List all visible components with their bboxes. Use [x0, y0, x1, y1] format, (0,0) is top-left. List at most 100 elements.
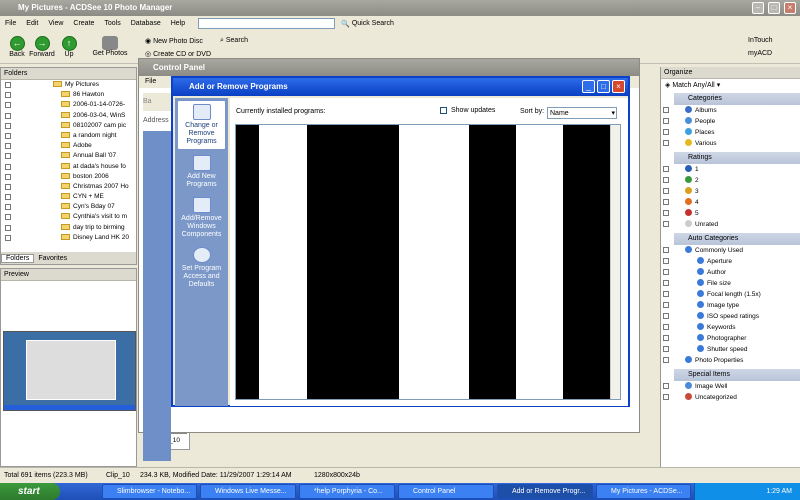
get-photos-button[interactable]: Get Photos: [90, 36, 130, 57]
special-items-section[interactable]: Special Items: [674, 369, 800, 381]
search-button[interactable]: ⌕ Search: [220, 37, 248, 45]
create-cd-button[interactable]: ◎ Create CD or DVD: [145, 50, 211, 58]
auto-category-item[interactable]: Shutter speed: [661, 344, 800, 355]
folder-checkbox[interactable]: [5, 132, 11, 139]
intouch-button[interactable]: InTouch: [748, 37, 773, 44]
menu-view[interactable]: View: [43, 16, 68, 31]
menu-database[interactable]: Database: [126, 16, 166, 31]
folder-root[interactable]: My Pictures: [1, 80, 136, 90]
folder-item[interactable]: Cyn's Bday 07: [1, 202, 136, 212]
rating-checkbox[interactable]: [663, 177, 669, 183]
category-item[interactable]: Places: [661, 127, 800, 138]
folder-item[interactable]: boston 2006: [1, 172, 136, 182]
auto-category-checkbox[interactable]: [663, 357, 669, 363]
new-photo-disc-button[interactable]: ◉ New Photo Disc: [145, 37, 203, 45]
forward-button[interactable]: → Forward: [28, 36, 56, 58]
task-windows-live-messenger[interactable]: Windows Live Messe...: [200, 484, 296, 499]
list-scrollbar[interactable]: [610, 125, 620, 399]
folder-item[interactable]: at dada's house fo: [1, 162, 136, 172]
folder-checkbox[interactable]: [5, 204, 11, 211]
folder-checkbox[interactable]: [5, 163, 11, 170]
show-updates-checkbox[interactable]: Show updates: [440, 107, 495, 114]
auto-category-item[interactable]: Focal length (1.5x): [661, 289, 800, 300]
folder-checkbox[interactable]: [5, 194, 11, 201]
menu-file[interactable]: File: [0, 16, 21, 31]
arp-maximize-button[interactable]: □: [597, 80, 610, 93]
set-program-access-button[interactable]: Set Program Access and Defaults: [177, 244, 226, 292]
categories-section[interactable]: Categories: [674, 93, 800, 105]
back-button[interactable]: ← Back: [3, 36, 31, 58]
auto-category-item[interactable]: File size: [661, 278, 800, 289]
folder-item[interactable]: Christmas 2007 Ho: [1, 182, 136, 192]
auto-category-checkbox[interactable]: [663, 291, 669, 297]
auto-category-checkbox[interactable]: [663, 258, 669, 264]
start-button[interactable]: start: [0, 483, 60, 500]
sort-by-select[interactable]: Name ▾: [547, 107, 617, 119]
category-checkbox[interactable]: [663, 118, 669, 124]
cp-menu-file[interactable]: File: [145, 78, 156, 85]
special-item-checkbox[interactable]: [663, 394, 669, 400]
folder-checkbox[interactable]: [5, 102, 11, 109]
task-slimbrowser[interactable]: Slimbrowser - Notebo...: [102, 484, 197, 499]
auto-category-checkbox[interactable]: [663, 247, 669, 253]
auto-category-checkbox[interactable]: [663, 280, 669, 286]
auto-category-item[interactable]: Keywords: [661, 322, 800, 333]
folder-item[interactable]: a random night: [1, 131, 136, 141]
close-button[interactable]: ×: [784, 2, 796, 14]
add-remove-windows-components-button[interactable]: Add/Remove Windows Components: [177, 194, 226, 242]
folder-checkbox[interactable]: [5, 82, 11, 88]
folder-item[interactable]: 2006-03-04, WinS: [1, 111, 136, 121]
menu-edit[interactable]: Edit: [21, 16, 43, 31]
menu-help[interactable]: Help: [166, 16, 190, 31]
folder-item[interactable]: 2006-01-14-0726-: [1, 100, 136, 110]
folder-item[interactable]: Adobe: [1, 141, 136, 151]
folder-item[interactable]: day trip to birming: [1, 223, 136, 233]
folder-item[interactable]: 08102007 cam pic: [1, 121, 136, 131]
rating-item[interactable]: 4: [661, 197, 800, 208]
task-acdsee[interactable]: My Pictures - ACDSe...: [596, 484, 691, 499]
auto-category-checkbox[interactable]: [663, 313, 669, 319]
quick-search-button[interactable]: Quick Search: [352, 20, 394, 27]
auto-category-checkbox[interactable]: [663, 335, 669, 341]
special-item-checkbox[interactable]: [663, 383, 669, 389]
myacd-button[interactable]: myACD: [748, 50, 772, 57]
auto-category-item[interactable]: ISO speed ratings: [661, 311, 800, 322]
category-checkbox[interactable]: [663, 140, 669, 146]
auto-category-item[interactable]: Photo Properties: [661, 355, 800, 366]
auto-category-checkbox[interactable]: [663, 346, 669, 352]
up-button[interactable]: ↑ Up: [55, 36, 83, 58]
folder-item[interactable]: Annual Ball '07: [1, 151, 136, 161]
menu-create[interactable]: Create: [68, 16, 99, 31]
folder-checkbox[interactable]: [5, 112, 11, 119]
ratings-section[interactable]: Ratings: [674, 152, 800, 164]
folder-checkbox[interactable]: [5, 173, 11, 180]
folder-item[interactable]: Disney Land HK 20: [1, 233, 136, 243]
folder-checkbox[interactable]: [5, 234, 11, 241]
auto-category-item[interactable]: Photographer: [661, 333, 800, 344]
auto-category-item[interactable]: Aperture: [661, 256, 800, 267]
match-any-all-dropdown[interactable]: ◈ Match Any/All ▾: [661, 79, 800, 93]
rating-checkbox[interactable]: [663, 199, 669, 205]
rating-checkbox[interactable]: [663, 188, 669, 194]
special-item-item[interactable]: Image Well: [661, 381, 800, 392]
category-checkbox[interactable]: [663, 129, 669, 135]
cp-back-button[interactable]: Ba: [143, 93, 173, 111]
auto-category-checkbox[interactable]: [663, 269, 669, 275]
folder-checkbox[interactable]: [5, 183, 11, 190]
folder-checkbox[interactable]: [5, 92, 11, 99]
rating-item[interactable]: 2: [661, 175, 800, 186]
folder-checkbox[interactable]: [5, 214, 11, 221]
arp-close-button[interactable]: ×: [612, 80, 625, 93]
category-item[interactable]: Various: [661, 138, 800, 149]
auto-categories-section[interactable]: Auto Categories: [674, 233, 800, 245]
minimize-button[interactable]: –: [752, 2, 764, 14]
rating-item[interactable]: 1: [661, 164, 800, 175]
rating-item[interactable]: Unrated: [661, 219, 800, 230]
task-add-remove-programs[interactable]: Add or Remove Progr...: [497, 484, 593, 499]
rating-item[interactable]: 5: [661, 208, 800, 219]
rating-checkbox[interactable]: [663, 166, 669, 172]
tab-favorites[interactable]: Favorites: [34, 255, 71, 262]
category-checkbox[interactable]: [663, 107, 669, 113]
rating-item[interactable]: 3: [661, 186, 800, 197]
folder-item[interactable]: 86 Hawton: [1, 90, 136, 100]
